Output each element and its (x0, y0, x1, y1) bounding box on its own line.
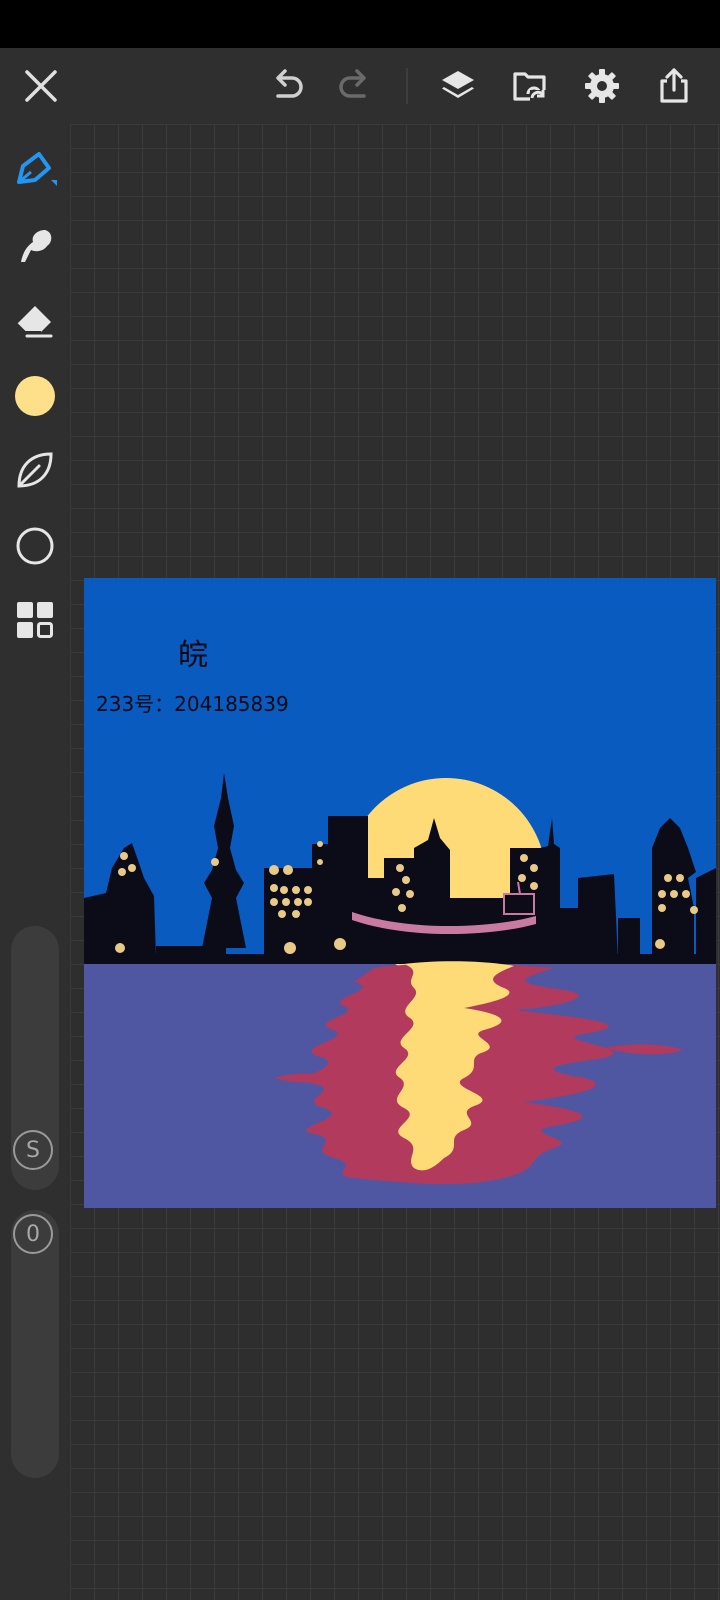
redo-button[interactable] (330, 62, 378, 110)
eraser-icon (16, 306, 53, 338)
import-button[interactable] (506, 62, 554, 110)
grid-icon (17, 602, 53, 638)
redo-icon (339, 69, 366, 98)
tools-sidebar: S 0 (0, 124, 70, 1600)
smudge-tool[interactable] (11, 222, 59, 270)
settings-button[interactable] (578, 62, 626, 110)
undo-button[interactable] (264, 62, 312, 110)
toolbar-divider (406, 68, 408, 104)
status-bar (0, 0, 720, 48)
size-slider-label: S (13, 1130, 53, 1170)
shape-circle-icon (16, 527, 54, 565)
canvas-id-text: 233号：204185839 (96, 692, 289, 716)
share-icon (660, 68, 688, 103)
shape-tool[interactable] (11, 522, 59, 570)
eraser-tool[interactable] (11, 296, 59, 344)
undo-icon (276, 69, 303, 98)
top-toolbar (0, 48, 720, 124)
leaf-icon (17, 452, 53, 488)
brush-size-slider[interactable]: S (11, 926, 59, 1190)
gear-icon (585, 69, 619, 103)
share-button[interactable] (650, 62, 698, 110)
opacity-slider[interactable]: 0 (11, 1210, 59, 1478)
canvas-title-text: 皖 (178, 638, 208, 673)
layers-button[interactable] (434, 62, 482, 110)
leaf-tool[interactable] (11, 446, 59, 494)
pen-tool[interactable] (11, 146, 59, 194)
pen-icon (17, 152, 57, 186)
grid-tool[interactable] (11, 596, 59, 644)
color-swatch (15, 376, 55, 416)
opacity-slider-label: 0 (13, 1214, 53, 1254)
smudge-icon (21, 230, 52, 262)
drawing-canvas[interactable]: 皖 233号：204185839 (84, 578, 716, 1208)
close-icon (25, 70, 57, 102)
color-swatch-button[interactable] (11, 372, 59, 420)
import-file-icon (513, 72, 548, 104)
close-button[interactable] (17, 62, 65, 110)
layers-icon (442, 71, 474, 98)
